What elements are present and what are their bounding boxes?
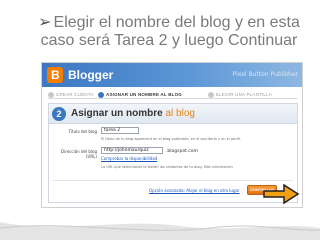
blog-address-label: Dirección del blog (URL) (61, 149, 97, 159)
blogger-header: B Blogger Pixel Button Publisher (42, 63, 302, 87)
step-3-dot (208, 91, 214, 98)
header-link[interactable]: Pixel Button Publisher (233, 71, 298, 78)
step-label: ASIGNAR UN NOMBRE AL BLOG (106, 92, 183, 97)
pointer-arrow-icon (263, 183, 300, 205)
step-name-blog: ASIGNAR UN NOMBRE AL BLOG (98, 91, 182, 99)
step-number-badge: 2 (52, 107, 66, 121)
blog-title-label: Título del blog (68, 129, 97, 134)
blog-domain-suffix: .blogspot.com (166, 149, 198, 154)
brand-name: Blogger (68, 68, 114, 82)
blog-title-hint: El título de tu blog aparecerá en el blo… (101, 137, 241, 141)
advanced-option-link[interactable]: Opción avanzada: Alojar el blog en otro … (149, 188, 240, 193)
panel-title: Asignar un nombre al blog (71, 108, 195, 119)
blog-address-hint: La URL que selecciones la leerán los vis… (101, 165, 233, 169)
decorative-wave-icon (0, 222, 320, 240)
blog-title-input[interactable]: tarea 2 (101, 127, 139, 134)
blog-address-input[interactable]: http://johnmaurquiz (101, 147, 163, 154)
divider (53, 180, 293, 181)
panel-header: 2 Asignar un nombre al blog (49, 104, 297, 124)
bullet-arrow-icon: ➢ (38, 14, 52, 31)
slide-title: ➢ Elegir el nombre del blog y en esta cas… (24, 14, 314, 50)
step-create-account: CREAR CUENTA (48, 91, 94, 99)
progress-steps: CREAR CUENTA ASIGNAR UN NOMBRE AL BLOG E… (48, 91, 298, 99)
panel-title-accent: al blog (165, 108, 195, 119)
blogger-logo-icon: B (47, 67, 63, 83)
step-2-dot (98, 91, 104, 98)
check-availability-link[interactable]: Comprobar la disponibilidad (101, 156, 157, 161)
step-label: CREAR CUENTA (56, 92, 94, 97)
panel-title-main: Asignar un nombre (71, 108, 163, 119)
step-choose-template: ELEGIR UNA PLANTILLA (208, 91, 272, 99)
step-label: ELEGIR UNA PLANTILLA (216, 92, 273, 97)
slide-title-text: Elegir el nombre del blog y en esta caso… (40, 14, 300, 49)
step-1-dot (48, 91, 54, 98)
